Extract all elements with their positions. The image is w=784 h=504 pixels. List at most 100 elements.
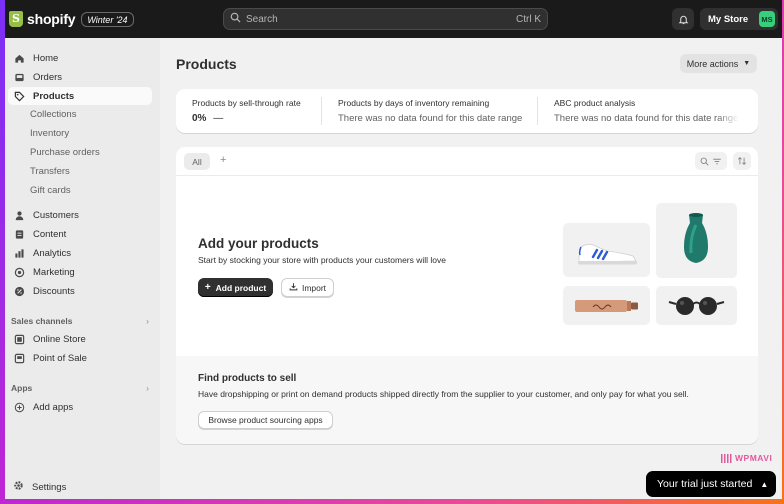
sidebar-item-label: Marketing <box>33 266 75 278</box>
sidebar-item-add-apps[interactable]: Add apps <box>8 398 152 416</box>
watermark-bars-icon <box>721 454 733 464</box>
store-menu-button[interactable]: My Store MS <box>700 8 778 30</box>
empty-state-text: Start by stocking your store with produc… <box>198 255 447 265</box>
sidebar-subitem-transfers[interactable]: Transfers <box>30 164 70 180</box>
sidebar-item-label: Customers <box>33 209 79 221</box>
sidebar-item-content[interactable]: Content <box>8 225 152 243</box>
add-product-button[interactable]: + Add product <box>198 278 273 297</box>
sidebar-item-label: Online Store <box>33 333 86 345</box>
trial-banner-button[interactable]: Your trial just started ▲ <box>646 471 776 497</box>
sidebar-item-analytics[interactable]: Analytics <box>8 244 152 262</box>
home-icon <box>13 52 25 64</box>
sidebar-item-discounts[interactable]: Discounts <box>8 282 152 300</box>
add-product-label: Add product <box>215 282 267 293</box>
shopify-admin-window: shopify Winter '24 Search Ctrl K My Stor… <box>5 0 782 499</box>
products-card: All + Add your products Start by stockin… <box>176 147 758 444</box>
bell-icon <box>678 15 688 24</box>
sidebar-item-settings[interactable]: Settings <box>13 480 66 494</box>
sidebar-item-label: Point of Sale <box>33 352 87 364</box>
filter-icon <box>713 158 721 164</box>
sidebar-item-marketing[interactable]: Marketing <box>8 263 152 281</box>
sort-button[interactable] <box>733 152 751 170</box>
find-products-heading: Find products to sell <box>198 373 297 384</box>
stat-sell-through[interactable]: Products by sell-through rate 0% — <box>192 98 322 124</box>
store-icon <box>13 333 25 345</box>
sidebar-subitem-gift-cards[interactable]: Gift cards <box>30 183 71 199</box>
import-label: Import <box>301 282 327 293</box>
avatar: MS <box>759 11 775 27</box>
bar-chart-icon <box>13 247 25 259</box>
inbox-icon <box>13 71 25 83</box>
plus-icon: + <box>204 282 211 293</box>
sidebar-item-products[interactable]: Products <box>8 87 152 105</box>
find-products-text: Have dropshipping or print on demand pro… <box>198 389 689 399</box>
sidebar-subitem-collections[interactable]: Collections <box>30 107 76 123</box>
shopify-logo[interactable]: shopify <box>9 11 76 27</box>
chevron-up-icon: ▲ <box>760 479 769 489</box>
sidebar-subitem-purchase-orders[interactable]: Purchase orders <box>30 145 100 161</box>
sales-channels-heading[interactable]: Sales channels › <box>11 316 149 326</box>
sidebar-item-customers[interactable]: Customers <box>8 206 152 224</box>
sidebar-subitem-inventory[interactable]: Inventory <box>30 126 69 142</box>
search-icon <box>230 12 241 26</box>
sidebar-item-point-of-sale[interactable]: Point of Sale <box>8 349 152 367</box>
chevron-right-icon: › <box>146 316 149 326</box>
tube-illustration <box>563 286 650 325</box>
vase-illustration <box>656 203 737 278</box>
add-view-button[interactable]: + <box>220 154 226 166</box>
top-bar: shopify Winter '24 Search Ctrl K My Stor… <box>5 0 782 38</box>
sidebar-item-online-store[interactable]: Online Store <box>8 330 152 348</box>
sidebar-item-label: Home <box>33 52 59 64</box>
browse-sourcing-apps-button[interactable]: Browse product sourcing apps <box>198 411 333 429</box>
sidebar-item-orders[interactable]: Orders <box>8 68 152 86</box>
pos-icon <box>13 352 25 364</box>
empty-state-heading: Add your products <box>198 236 319 251</box>
notifications-button[interactable] <box>672 8 694 30</box>
find-products-section: Find products to sell Have dropshipping … <box>176 356 758 444</box>
sneaker-illustration <box>563 223 650 277</box>
stat-label: ABC product analysis <box>554 98 636 108</box>
apps-label: Apps <box>11 383 33 393</box>
more-actions-button[interactable]: More actions ▼ <box>680 54 757 73</box>
stat-value: There was no data found for this date ra… <box>338 113 523 124</box>
tab-all[interactable]: All <box>184 153 210 170</box>
sidebar-item-home[interactable]: Home <box>8 49 152 67</box>
sidebar-item-label: Settings <box>32 481 67 493</box>
search-shortcut: Ctrl K <box>516 13 541 25</box>
stat-value: 0% — <box>192 113 322 124</box>
stat-label: Products by sell-through rate <box>192 98 301 108</box>
stat-trend: — <box>213 113 224 124</box>
brand-name: shopify <box>27 11 76 27</box>
person-icon <box>13 209 25 221</box>
stat-days-inventory[interactable]: Products by days of inventory remaining … <box>338 98 538 124</box>
search-input[interactable]: Search Ctrl K <box>223 8 548 30</box>
divider <box>537 97 538 125</box>
add-circle-icon <box>13 401 25 413</box>
edition-badge: Winter '24 <box>81 11 134 27</box>
stat-abc-analysis[interactable]: ABC product analysis There was no data f… <box>554 98 739 124</box>
target-icon <box>13 266 25 278</box>
sidebar-item-label: Analytics <box>33 247 72 259</box>
more-actions-label: More actions <box>686 58 739 69</box>
search-placeholder: Search <box>246 13 278 25</box>
import-button[interactable]: Import <box>281 278 334 297</box>
view-tabs: All + <box>176 147 758 176</box>
divider <box>321 97 322 125</box>
analytics-stats-card: Products by sell-through rate 0% — Produ… <box>176 89 758 133</box>
sidebar-item-label: Orders <box>33 71 63 83</box>
sidebar-item-label: Discounts <box>33 285 75 297</box>
chevron-down-icon: ▼ <box>743 60 751 67</box>
sort-icon <box>737 157 747 165</box>
sidebar-item-label: Products <box>33 90 75 102</box>
stat-number: 0% <box>192 113 207 124</box>
apps-heading[interactable]: Apps › <box>11 383 149 393</box>
search-icon <box>700 157 709 166</box>
sidebar: Home Orders Products Collections Invento… <box>5 38 160 499</box>
store-name: My Store <box>708 13 749 25</box>
page-title: Products <box>176 56 237 72</box>
search-filter-button[interactable] <box>695 152 727 170</box>
sidebar-item-label: Content <box>33 228 67 240</box>
gear-icon <box>13 480 24 494</box>
discount-icon <box>13 285 25 297</box>
sunglasses-illustration <box>656 286 737 325</box>
